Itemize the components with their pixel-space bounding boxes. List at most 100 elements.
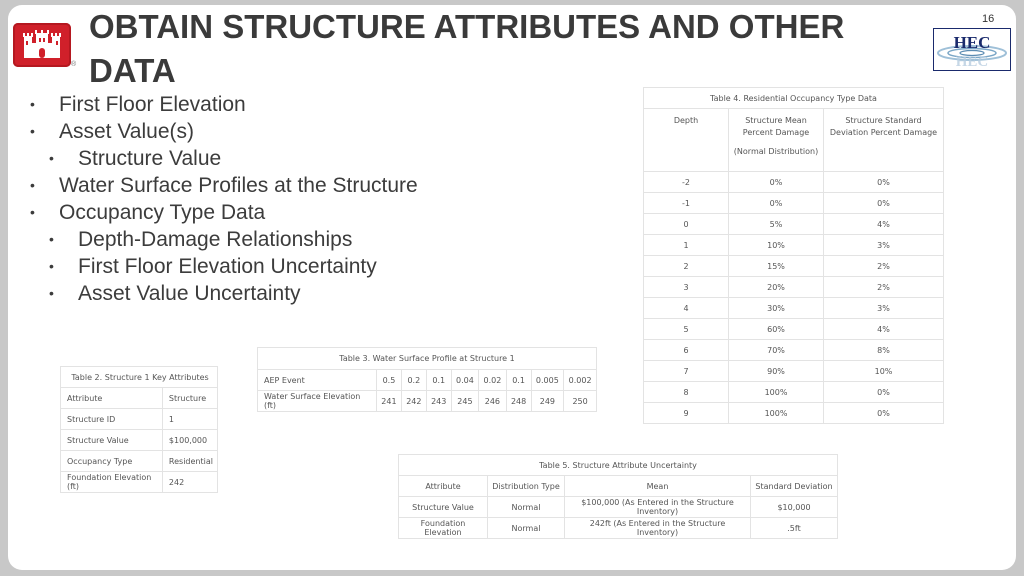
table-water-surface-profile: Table 3. Water Surface Profile at Struct… [257,347,597,412]
table-cell: 10% [728,234,824,256]
table-structure-attribute-uncertainty: Table 5. Structure Attribute Uncertainty… [398,454,838,539]
table-cell: 2% [823,276,944,298]
table-cell: 0% [823,381,944,403]
table-cell: 4% [823,213,944,235]
slide: ® OBTAIN STRUCTURE ATTRIBUTES AND OTHER … [8,5,1016,570]
bullet-item: • Structure Value [30,145,418,172]
bullet-item: • Asset Value(s) [30,118,418,145]
table-row: Structure ID 1 [60,408,219,430]
table-row: 5 60% 4% [643,318,944,340]
page-number: 16 [982,13,995,25]
table-row: 6 70% 8% [643,339,944,361]
table-row: Structure Value Normal $100,000 (As Entere… [398,496,838,518]
table-cell: 242 [400,390,427,412]
table-cell: -2 [643,171,729,193]
table-cell: 0 [643,213,729,235]
table-caption: Table 2. Structure 1 Key Attributes [60,366,218,388]
table-cell: 5% [728,213,824,235]
table-cell: 248 [505,390,532,412]
table-row: Occupancy Type Residential [60,450,219,472]
bullet-dot-icon: • [30,96,35,112]
table-row: AEP Event 0.5 0.2 0.1 0.04 0.02 0.1 0.005 0.002 [257,369,597,391]
table-caption: Table 5. Structure Attribute Uncertainty [398,454,838,476]
bullet-text: Occupancy Type Data [59,201,266,224]
table-row: Foundation Elevation Normal 242ft (As Ente… [398,517,838,539]
table-cell: 0.5 [376,369,402,391]
table-cell: 6 [643,339,729,361]
table-row: 8 100% 0% [643,381,944,403]
table-row: Water Surface Elevation (ft) 241 242 243 245… [257,390,597,412]
table-header-row: Depth Structure Mean Percent Damage (Nor… [643,108,944,172]
column-header: Structure [161,387,219,409]
table-cell: 3% [823,297,944,319]
column-header: Distribution Type [487,475,565,497]
table-row: 7 90% 10% [643,360,944,382]
table-cell: $100,000 [161,429,219,451]
table-cell: 0% [823,171,944,193]
bullet-list: • First Floor Elevation • Asset Value(s) • St… [30,91,418,307]
table-cell: 90% [728,360,824,382]
table-cell: 0% [823,192,944,214]
registered-mark: ® [71,61,77,68]
bullet-item: • First Floor Elevation Uncertainty [30,253,418,280]
table-cell: 1 [643,234,729,256]
bullet-item: • Occupancy Type Data [30,199,418,226]
table-cell: .5ft [750,517,838,539]
table-structure-key-attributes: Table 2. Structure 1 Key Attributes Attr… [60,366,219,493]
table-row: 0 5% 4% [643,213,944,235]
table-header-row: Attribute Structure [60,387,219,409]
table-cell: -1 [643,192,729,214]
table-cell: 0% [823,402,944,424]
table-cell: 242 [161,471,219,493]
bullet-dot-icon: • [49,258,54,274]
table-row: Foundation Elevation (ft) 242 [60,471,219,493]
bullet-item: • First Floor Elevation [30,91,418,118]
table-row: -1 0% 0% [643,192,944,214]
table-cell: 0.1 [505,369,532,391]
table-cell: Structure ID [60,408,163,430]
table-cell: 3% [823,234,944,256]
row-header: Water Surface Elevation (ft) [257,390,377,412]
column-header: Standard Deviation [750,475,838,497]
table-cell: 241 [376,390,402,412]
bullet-dot-icon: • [49,150,54,166]
table-cell: 4% [823,318,944,340]
bullet-item: • Depth-Damage Relationships [30,226,418,253]
table-cell: 1 [161,408,219,430]
bullet-dot-icon: • [30,204,35,220]
table-cell: 0% [728,171,824,193]
table-cell: 15% [728,255,824,277]
table-cell: 5 [643,318,729,340]
bullet-dot-icon: • [30,123,35,139]
bullet-text: Asset Value Uncertainty [78,282,301,305]
column-header: Mean [564,475,751,497]
column-header: Attribute [60,387,163,409]
table-cell: $100,000 (As Entered in the Structure In… [564,496,751,518]
page-title: OBTAIN STRUCTURE ATTRIBUTES AND OTHER DA… [89,8,845,89]
table-cell: 10% [823,360,944,382]
table-cell: 9 [643,402,729,424]
table-cell: Residential [161,450,219,472]
table-cell: 242ft (As Entered in the Structure Inven… [564,517,751,539]
table-cell: 0.002 [563,369,597,391]
table-cell: Structure Value [60,429,163,451]
table-cell: 3 [643,276,729,298]
hec-wave-icon: HEC HEC [937,33,1007,70]
table-cell: $10,000 [750,496,838,518]
table-row: 3 20% 2% [643,276,944,298]
table-cell: 20% [728,276,824,298]
mean-header-subtext: (Normal Distribution) [733,147,819,156]
table-cell: 243 [425,390,452,412]
table-cell: 0.005 [530,369,565,391]
table-cell: Normal [487,517,565,539]
column-header-depth: Depth [643,108,729,172]
table-cell: 7 [643,360,729,382]
hec-logo: HEC HEC [933,28,1011,71]
bullet-dot-icon: • [49,231,54,247]
table-row: 4 30% 3% [643,297,944,319]
table-row: 1 10% 3% [643,234,944,256]
table-cell: 0% [728,192,824,214]
table-cell: Normal [487,496,565,518]
table-cell: Occupancy Type [60,450,163,472]
table-cell: 246 [478,390,507,412]
